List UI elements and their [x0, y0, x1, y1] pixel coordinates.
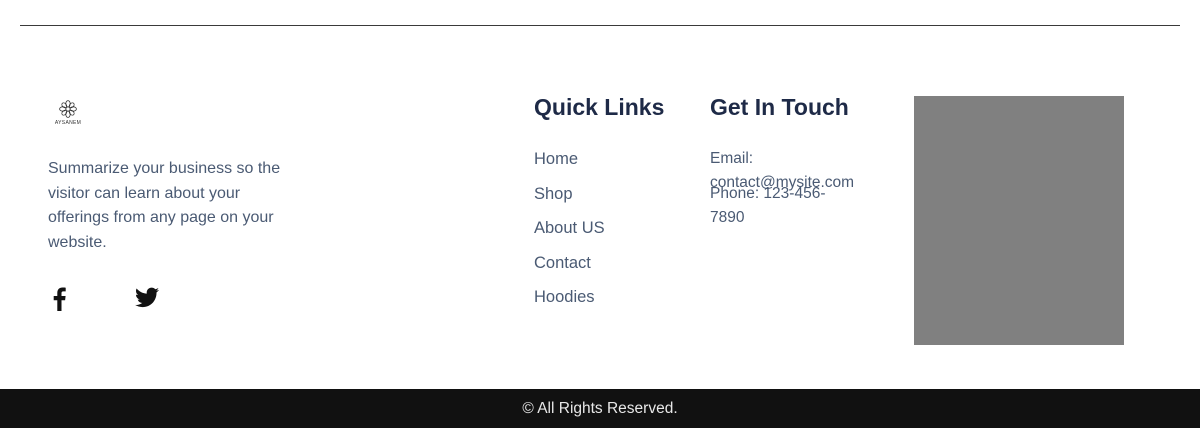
link-hoodies[interactable]: Hoodies — [534, 285, 605, 320]
map-placeholder[interactable] — [914, 96, 1124, 345]
brand-logo[interactable]: AYSANEM — [48, 99, 88, 127]
link-home[interactable]: Home — [534, 147, 605, 182]
twitter-icon[interactable] — [135, 287, 159, 313]
site-footer: AYSANEM Summarize your business so the v… — [0, 0, 1200, 428]
contact-phone[interactable]: Phone: 123-456-7890 — [710, 182, 855, 230]
quick-links-list: Home Shop About US Contact Hoodies — [534, 147, 605, 320]
business-summary: Summarize your business so the visitor c… — [48, 160, 281, 251]
quick-links-heading: Quick Links — [534, 94, 665, 120]
ornament-icon — [59, 100, 77, 118]
divider — [20, 25, 1180, 26]
copyright-text: © All Rights Reserved. — [522, 399, 678, 417]
copyright-bar: © All Rights Reserved. — [0, 389, 1200, 428]
link-about-us[interactable]: About US — [534, 216, 605, 251]
link-contact[interactable]: Contact — [534, 251, 605, 286]
get-in-touch-heading: Get In Touch — [710, 94, 849, 120]
facebook-icon[interactable] — [53, 287, 66, 316]
brand-name: AYSANEM — [54, 120, 82, 126]
link-shop[interactable]: Shop — [534, 182, 605, 217]
